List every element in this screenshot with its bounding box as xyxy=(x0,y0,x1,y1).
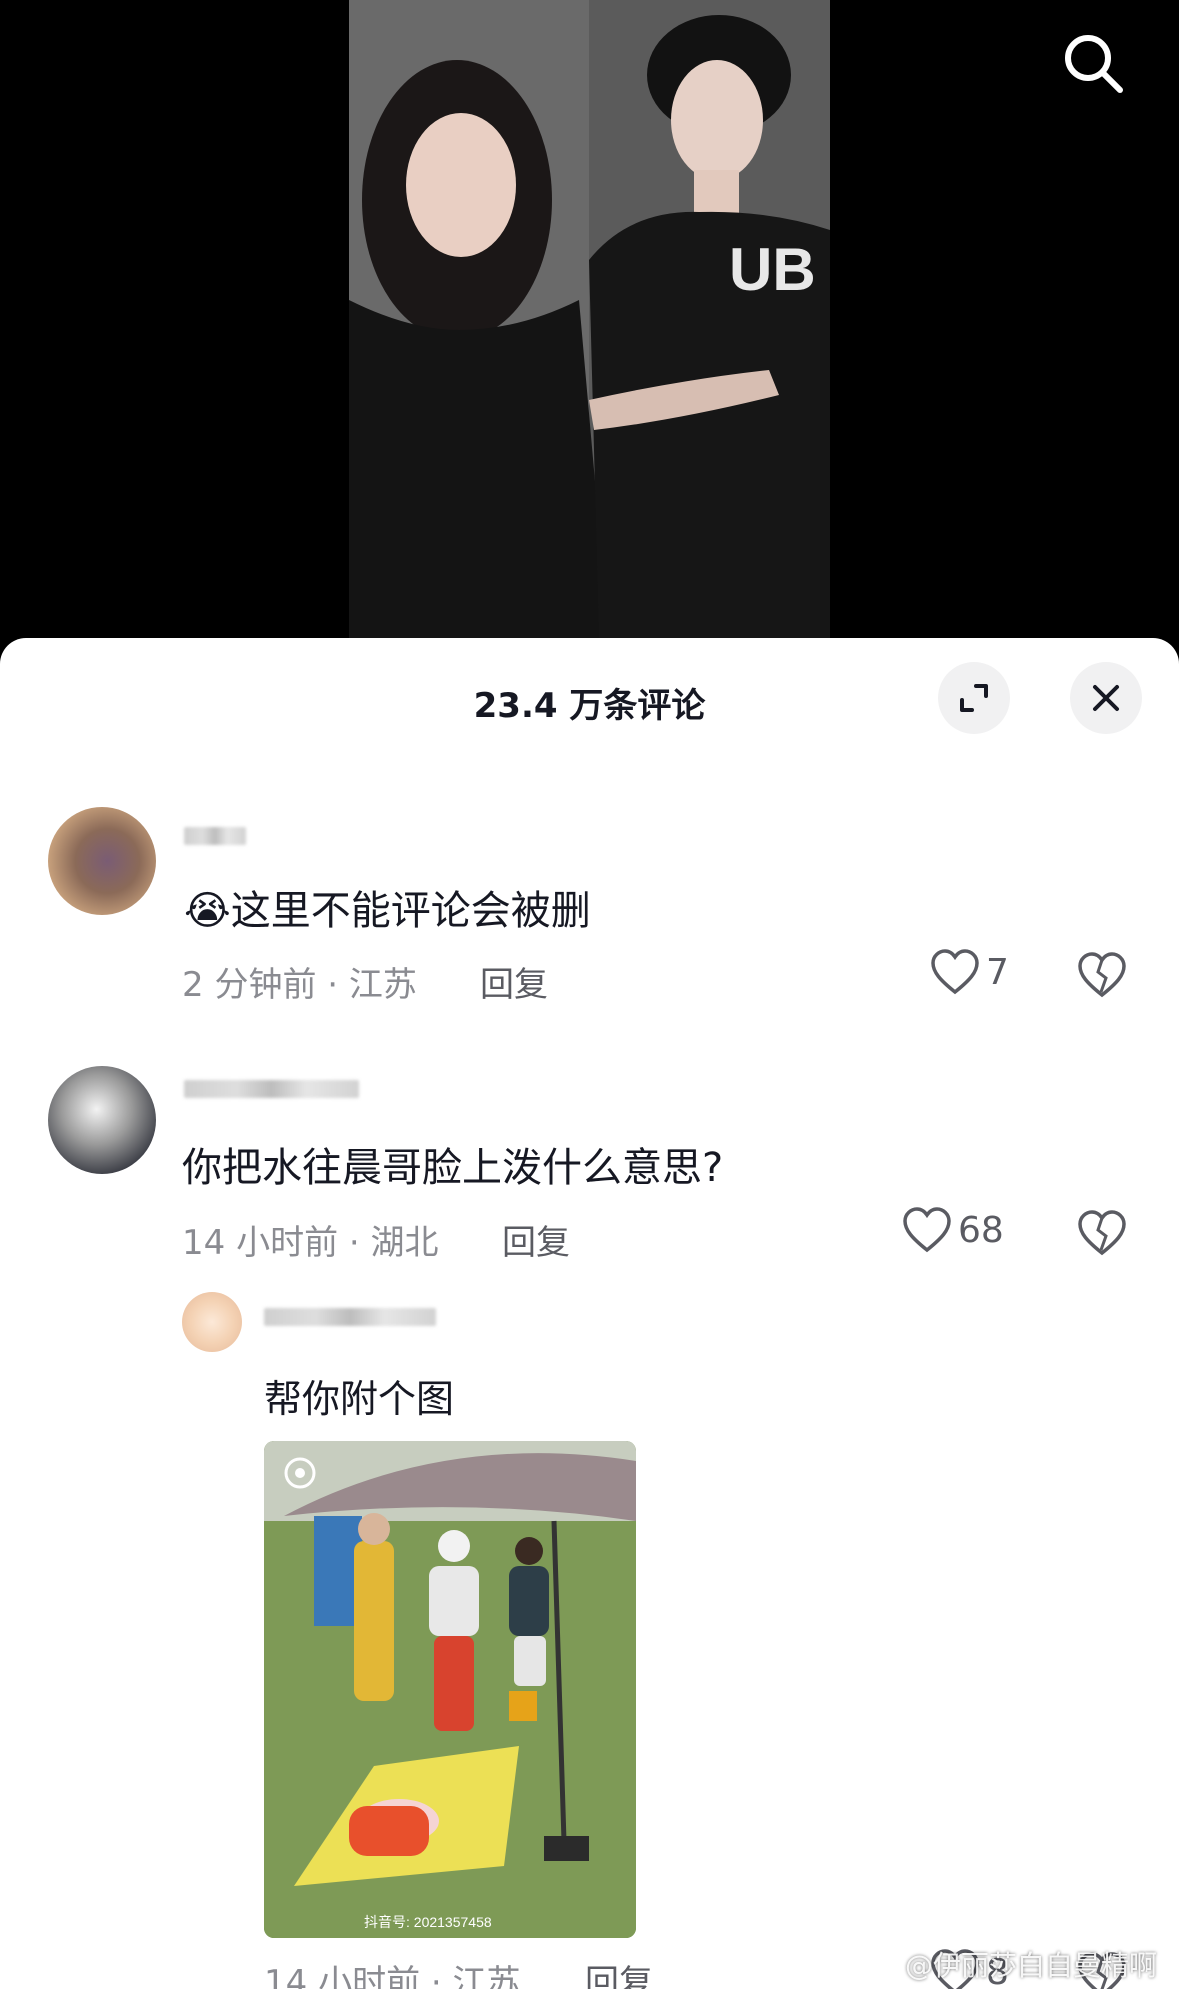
dislike-button[interactable] xyxy=(1076,1208,1128,1260)
comment-body: 这里不能评论会被删 xyxy=(230,888,591,934)
broken-heart-icon xyxy=(1078,952,1126,998)
like-button[interactable]: 68 xyxy=(902,1206,1004,1254)
svg-text:UB: UB xyxy=(729,236,816,303)
reply-button[interactable]: 回复 xyxy=(585,1955,653,1989)
video-player[interactable]: UB xyxy=(0,0,1179,660)
image-watermark: 抖音号: 2021357458 xyxy=(364,1914,492,1930)
like-count: 68 xyxy=(958,1209,1004,1251)
page-watermark: @伊丽莎白自曼精啊 xyxy=(905,1949,1158,1982)
heart-icon xyxy=(903,1207,951,1253)
reply-time-location: 14 小时前 · 江苏 xyxy=(264,1963,521,1989)
video-frame[interactable]: UB xyxy=(349,0,830,640)
avatar[interactable] xyxy=(48,807,156,915)
attached-photo: 抖音号: 2021357458 xyxy=(264,1441,636,1938)
search-button[interactable] xyxy=(1058,28,1130,100)
expand-button[interactable] xyxy=(938,662,1010,734)
comments-header: 23.4 万条评论 xyxy=(0,638,1179,758)
username[interactable] xyxy=(184,827,246,845)
comment-text: 😭这里不能评论会被删 xyxy=(184,878,591,936)
like-button[interactable]: 7 xyxy=(930,948,1009,996)
like-count: 7 xyxy=(986,951,1009,993)
search-icon xyxy=(1065,35,1123,93)
username[interactable] xyxy=(264,1308,436,1326)
reply-text: 帮你附个图 xyxy=(264,1377,455,1421)
dislike-button[interactable] xyxy=(1076,950,1128,1002)
username[interactable] xyxy=(184,1080,359,1098)
expand-icon xyxy=(960,684,988,712)
reply-button[interactable]: 回复 xyxy=(502,1215,570,1264)
close-button[interactable] xyxy=(1070,662,1142,734)
attached-image[interactable]: 抖音号: 2021357458 xyxy=(264,1441,636,1938)
comment-time-location: 2 分钟前 · 江苏 xyxy=(182,965,417,1005)
broken-heart-icon xyxy=(1078,1210,1126,1256)
avatar[interactable] xyxy=(182,1292,242,1352)
crying-face-emoji: 😭 xyxy=(184,888,231,934)
video-still-image: UB xyxy=(349,0,830,640)
reply-button[interactable]: 回复 xyxy=(480,957,548,1006)
comment-time-location: 14 小时前 · 湖北 xyxy=(182,1223,439,1263)
comment-text: 你把水往晨哥脸上泼什么意思? xyxy=(182,1145,724,1191)
heart-icon xyxy=(931,949,979,995)
avatar[interactable] xyxy=(48,1066,156,1174)
close-icon xyxy=(1093,685,1119,711)
